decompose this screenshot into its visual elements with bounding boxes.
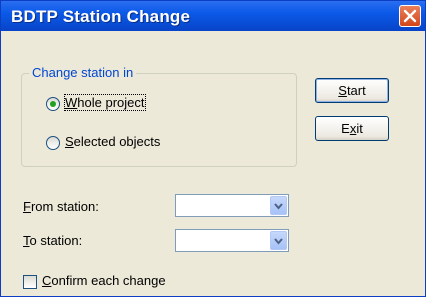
close-button[interactable] xyxy=(399,5,421,27)
radio-whole-project[interactable] xyxy=(46,97,60,111)
chevron-down-icon xyxy=(274,238,283,245)
window-title: BDTP Station Change xyxy=(11,7,191,26)
close-icon xyxy=(403,9,417,23)
to-station-label: To station: xyxy=(23,233,83,248)
from-station-label: From station: xyxy=(23,199,99,214)
dialog-window: BDTP Station Change Change station in Wh… xyxy=(0,0,426,297)
start-button[interactable]: Start xyxy=(315,78,389,103)
confirm-each-change-checkbox[interactable] xyxy=(23,275,37,289)
dropdown-button[interactable] xyxy=(270,231,287,250)
radio-dot xyxy=(50,101,56,107)
to-station-select[interactable] xyxy=(175,229,289,252)
group-legend: Change station in xyxy=(29,65,137,80)
chevron-down-icon xyxy=(274,203,283,210)
title-bar[interactable]: BDTP Station Change xyxy=(1,1,425,31)
radio-label-whole-project[interactable]: Whole project xyxy=(64,94,146,111)
confirm-each-change-label[interactable]: Confirm each change xyxy=(42,273,166,288)
change-station-group xyxy=(21,73,297,167)
radio-label-selected-objects[interactable]: Selected objects xyxy=(65,134,160,149)
dropdown-button[interactable] xyxy=(270,196,287,215)
exit-button[interactable]: Exit xyxy=(315,116,389,141)
radio-selected-objects[interactable] xyxy=(46,136,60,150)
from-station-select[interactable] xyxy=(175,194,289,217)
